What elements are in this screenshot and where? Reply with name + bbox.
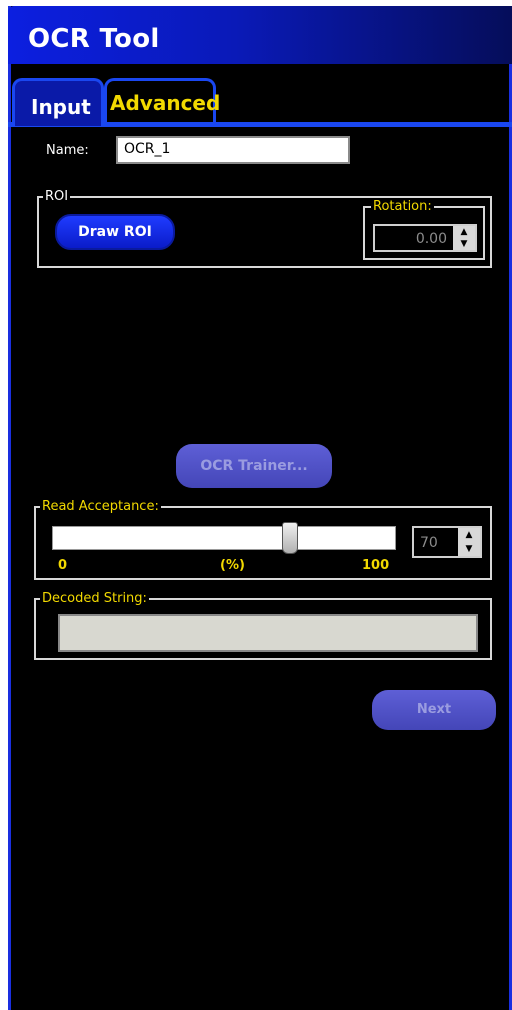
window-title: OCR Tool [28,24,160,54]
draw-roi-button[interactable]: Draw ROI [55,214,175,250]
next-button[interactable]: Next [372,690,496,730]
slider-min-label: 0 [58,558,68,573]
tab-advanced-label: Advanced [110,91,221,115]
ocr-trainer-button[interactable]: OCR Trainer... [176,444,332,488]
read-acceptance-spinbox[interactable]: 70 ▲ ▼ [412,526,482,558]
read-acceptance-slider-track[interactable] [52,526,396,550]
roi-legend: ROI [43,189,71,205]
tab-input[interactable]: Input [12,78,104,126]
tab-advanced[interactable]: Advanced [104,78,220,124]
rotation-spinbox[interactable]: 0.00 ▲ ▼ [373,224,477,252]
read-acceptance-value: 70 [420,535,438,551]
spin-down-icon[interactable]: ▼ [453,238,475,250]
decoded-string-field [58,614,478,652]
acceptance-spin-arrows[interactable]: ▲ ▼ [458,528,480,556]
rotation-legend: Rotation: [371,199,434,215]
spin-up-icon[interactable]: ▲ [453,226,475,238]
spin-up-icon[interactable]: ▲ [458,528,480,542]
read-acceptance-slider-thumb[interactable] [281,522,298,554]
slider-unit-label: (%) [220,558,245,573]
slider-max-label: 100 [362,558,390,573]
name-label: Name: [46,143,89,158]
name-input[interactable]: OCR_1 [116,136,350,164]
roi-group: ROI Draw ROI Rotation: 0.00 ▲ ▼ [37,189,492,268]
decoded-string-group: Decoded String: [34,591,492,660]
rotation-spin-arrows[interactable]: ▲ ▼ [453,226,475,250]
rotation-value: 0.00 [415,231,447,247]
decoded-string-legend: Decoded String: [40,591,149,607]
spin-down-icon[interactable]: ▼ [458,542,480,556]
read-acceptance-group: Read Acceptance: 0 (%) 100 70 ▲ ▼ [34,499,492,580]
title-bar: OCR Tool [8,6,512,64]
read-acceptance-legend: Read Acceptance: [40,499,161,515]
tab-input-label: Input [31,95,91,119]
rotation-group: Rotation: 0.00 ▲ ▼ [363,199,485,260]
